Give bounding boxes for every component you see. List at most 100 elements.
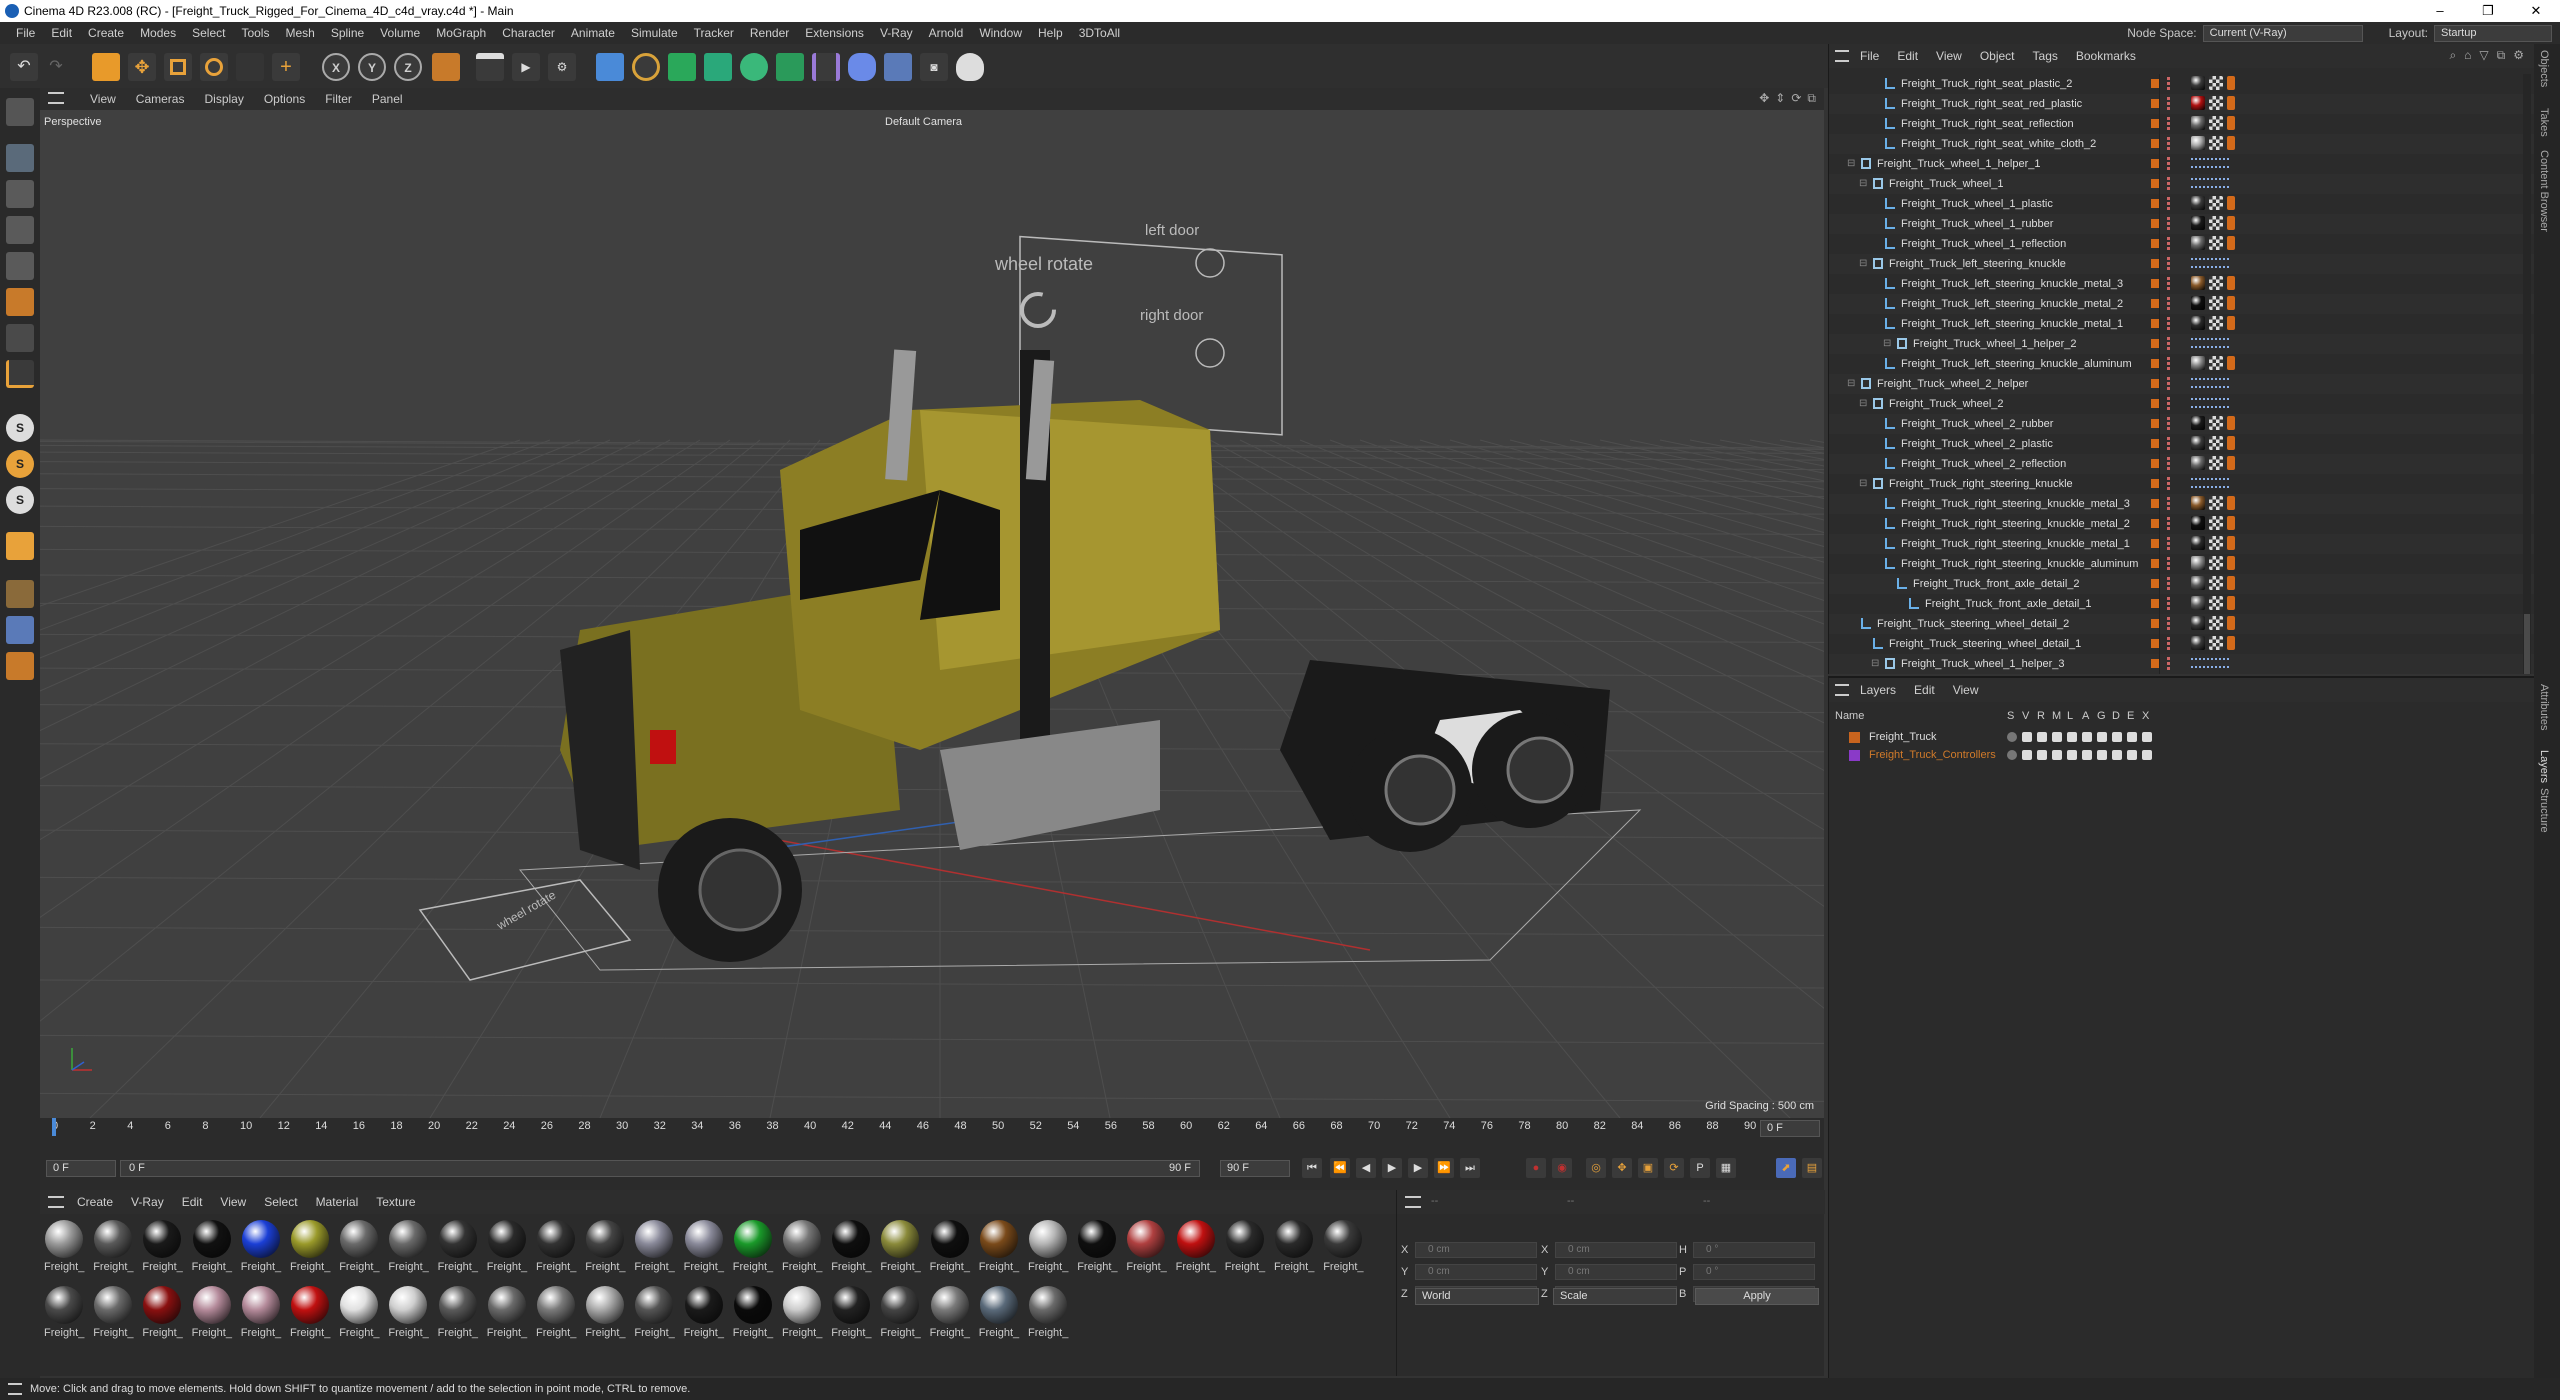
coordinate-space-dropdown[interactable]: World — [1415, 1288, 1539, 1305]
move-tool-icon[interactable]: ✥ — [128, 53, 156, 81]
layer-color-tag[interactable] — [2151, 519, 2159, 528]
material-swatch[interactable]: Freight_ — [780, 1218, 824, 1278]
material-swatch[interactable]: Freight_ — [239, 1218, 283, 1278]
field-icon[interactable] — [812, 53, 840, 81]
vray-tag-icon[interactable] — [2227, 316, 2235, 330]
constraint-tag-icon[interactable] — [2191, 258, 2229, 268]
vray-tag-icon[interactable] — [2227, 576, 2235, 590]
object-row[interactable]: Freight_Truck_steering_wheel_detail_1 — [1829, 634, 2535, 654]
layer-column-header[interactable]: G — [2097, 710, 2106, 722]
uvw-tag-icon[interactable] — [2209, 496, 2223, 510]
object-row[interactable]: Freight_Truck_right_steering_knuckle_alu… — [1829, 554, 2535, 574]
layer-lock-icon[interactable] — [2067, 750, 2077, 760]
visibility-dots[interactable] — [2167, 657, 2171, 670]
object-row[interactable]: Freight_Truck_left_steering_knuckle_meta… — [1829, 314, 2535, 334]
visibility-dots[interactable] — [2167, 317, 2171, 330]
vray-tag-icon[interactable] — [2227, 76, 2235, 90]
layers-menu-view[interactable]: View — [1944, 683, 1988, 697]
texture-mode-icon[interactable] — [6, 180, 34, 208]
key-scale-icon[interactable]: ▣ — [1638, 1158, 1658, 1178]
material-swatch[interactable]: Freight_ — [977, 1218, 1021, 1278]
visibility-dots[interactable] — [2167, 237, 2171, 250]
object-row[interactable]: Freight_Truck_left_steering_knuckle_alum… — [1829, 354, 2535, 374]
layer-row[interactable]: Freight_Truck — [1829, 728, 2535, 746]
layer-color-tag[interactable] — [2151, 259, 2159, 268]
constraint-tag-icon[interactable] — [2191, 338, 2229, 348]
uvw-tag-icon[interactable] — [2209, 636, 2223, 650]
expand-toggle-icon[interactable]: ⊟ — [1859, 254, 1867, 274]
object-row[interactable]: Freight_Truck_wheel_2_reflection — [1829, 454, 2535, 474]
uvw-tag-icon[interactable] — [2209, 136, 2223, 150]
viewport-menu-display[interactable]: Display — [194, 92, 253, 106]
material-swatch[interactable]: Freight_ — [829, 1284, 873, 1344]
prev-frame-icon[interactable]: ◀ — [1356, 1158, 1376, 1178]
snap-settings-icon[interactable]: S — [6, 450, 34, 478]
menu-select[interactable]: Select — [184, 22, 233, 44]
menu-volume[interactable]: Volume — [372, 22, 428, 44]
tab-attributes[interactable]: Attributes — [2538, 684, 2550, 730]
layer-column-header[interactable]: M — [2052, 710, 2061, 722]
visibility-dots[interactable] — [2167, 277, 2171, 290]
vray-tag-icon[interactable] — [2227, 96, 2235, 110]
uvw-tag-icon[interactable] — [2209, 596, 2223, 610]
visibility-dots[interactable] — [2167, 517, 2171, 530]
render-settings-icon[interactable]: ⚙ — [548, 53, 576, 81]
locked-workplane-icon[interactable] — [6, 652, 34, 680]
layer-color-tag[interactable] — [2151, 479, 2159, 488]
layer-color-tag[interactable] — [2151, 319, 2159, 328]
material-swatch[interactable]: Freight_ — [239, 1284, 283, 1344]
home-icon[interactable]: ⌂ — [2464, 48, 2471, 63]
menu-arnold[interactable]: Arnold — [921, 22, 972, 44]
visibility-dots[interactable] — [2167, 417, 2171, 430]
menu-3dtoall[interactable]: 3DToAll — [1071, 22, 1128, 44]
layer-color-tag[interactable] — [2151, 459, 2159, 468]
object-row[interactable]: Freight_Truck_wheel_1_reflection — [1829, 234, 2535, 254]
model-mode-icon[interactable] — [6, 144, 34, 172]
menu-render[interactable]: Render — [742, 22, 797, 44]
layer-column-header[interactable]: R — [2037, 710, 2045, 722]
uvw-tag-icon[interactable] — [2209, 536, 2223, 550]
material-tag-icon[interactable] — [2191, 556, 2205, 570]
layer-color-tag[interactable] — [2151, 99, 2159, 108]
layer-xref-icon[interactable] — [2142, 732, 2152, 742]
current-frame-field[interactable]: 0 F — [1760, 1120, 1820, 1137]
object-row[interactable]: Freight_Truck_wheel_2_plastic — [1829, 434, 2535, 454]
layers-menu-icon[interactable] — [1835, 684, 1849, 696]
layer-render-icon[interactable] — [2037, 732, 2047, 742]
visibility-dots[interactable] — [2167, 377, 2171, 390]
minimize-button[interactable]: – — [2416, 0, 2464, 22]
material-swatch[interactable]: Freight_ — [386, 1218, 430, 1278]
constraint-tag-icon[interactable] — [2191, 398, 2229, 408]
x-axis-lock-icon[interactable]: X — [322, 53, 350, 81]
layer-solo-icon[interactable] — [2007, 750, 2017, 760]
maximize-view-icon[interactable]: ⧉ — [1807, 91, 1816, 106]
uvw-tag-icon[interactable] — [2209, 316, 2223, 330]
object-row[interactable]: Freight_Truck_steering_wheel_detail_2 — [1829, 614, 2535, 634]
menu-spline[interactable]: Spline — [323, 22, 372, 44]
layer-color-tag[interactable] — [2151, 159, 2159, 168]
object-list-scrollbar[interactable] — [2523, 74, 2531, 674]
material-swatch[interactable]: Freight_ — [1026, 1284, 1070, 1344]
material-swatch[interactable]: Freight_ — [928, 1218, 972, 1278]
transform-mode-dropdown[interactable]: Scale — [1553, 1288, 1677, 1305]
material-swatch[interactable]: Freight_ — [42, 1218, 86, 1278]
layer-color-tag[interactable] — [2151, 599, 2159, 608]
end-frame-field[interactable]: 90 F — [1220, 1160, 1290, 1177]
material-menu-view[interactable]: View — [211, 1195, 255, 1209]
record-icon[interactable]: ● — [1526, 1158, 1546, 1178]
snap-icon[interactable]: S — [6, 414, 34, 442]
right-door-handle[interactable] — [1195, 338, 1225, 368]
uvw-tag-icon[interactable] — [2209, 456, 2223, 470]
object-menu-tags[interactable]: Tags — [2024, 49, 2067, 63]
material-swatch[interactable]: Freight_ — [1124, 1218, 1168, 1278]
viewport-menu-filter[interactable]: Filter — [315, 92, 362, 106]
material-tag-icon[interactable] — [2191, 276, 2205, 290]
layer-generator-icon[interactable] — [2097, 732, 2107, 742]
material-swatch[interactable]: Freight_ — [337, 1284, 381, 1344]
material-swatch[interactable]: Freight_ — [436, 1284, 480, 1344]
layer-color-tag[interactable] — [2151, 539, 2159, 548]
apply-button[interactable]: Apply — [1695, 1288, 1819, 1305]
uvw-tag-icon[interactable] — [2209, 616, 2223, 630]
material-swatch[interactable]: Freight_ — [682, 1218, 726, 1278]
uvw-tag-icon[interactable] — [2209, 236, 2223, 250]
